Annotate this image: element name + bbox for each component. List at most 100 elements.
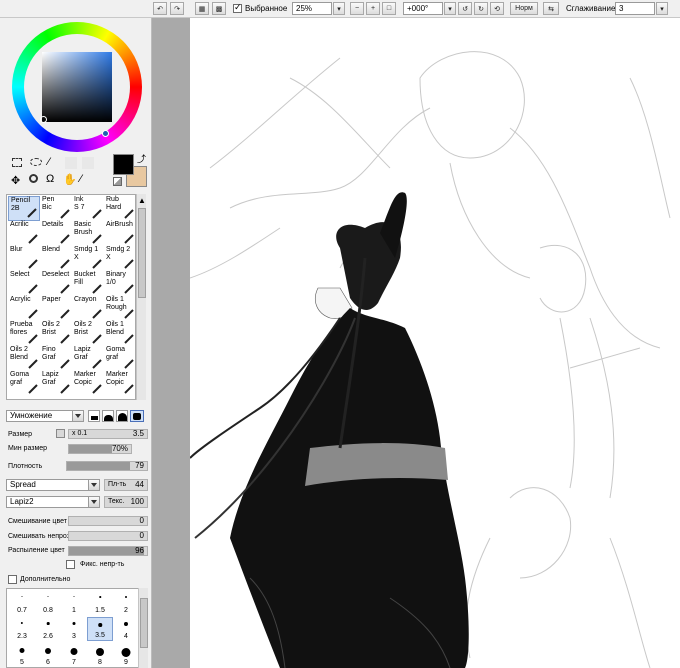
hand-icon[interactable]: ✋ [63,173,77,186]
shape-mid-icon[interactable] [116,410,128,422]
brush-slot[interactable]: Acrylic [8,296,40,321]
zoom-reset-button[interactable]: □ [382,2,396,15]
brush-grid-scrollbar[interactable]: ▲ [136,194,146,400]
scroll-up-icon[interactable]: ▲ [138,196,146,205]
brush-slot[interactable]: Marker Copic [72,371,104,396]
size-preset[interactable]: 2.3 [9,617,35,641]
brush-scroll-thumb[interactable] [138,208,146,298]
deselect-button[interactable]: ▦ [195,2,209,15]
swap-colors-icon[interactable]: ⤴ [137,152,146,165]
rotate-icon[interactable]: Ω [46,173,54,185]
size-preset[interactable]: 0.7 [9,591,35,615]
brush-slot[interactable]: Rub Hard [104,196,136,221]
texture-dropdown[interactable]: Lapiz2 [6,496,100,508]
shape-amount-slider[interactable]: Пл-ть 44 [104,479,148,491]
size-preset[interactable]: 0.8 [35,591,61,615]
drawing-canvas[interactable] [190,18,680,668]
brush-slot[interactable]: Oils 1 Blend [104,321,136,346]
mix-slider[interactable]: 0 [68,516,148,526]
transparent-color-icon[interactable] [113,177,122,186]
brush-slot[interactable]: Pencil 2B [8,196,40,221]
density-slider[interactable]: 79 [66,461,148,471]
brush-slot[interactable]: Paper [40,296,72,321]
smoothing-dropdown-button[interactable]: ▾ [656,2,668,15]
rotate-left-button[interactable]: ↺ [458,2,472,15]
size-preset[interactable]: 1.5 [87,591,113,615]
brush-slot[interactable]: Deselect [40,271,72,296]
brush-slot[interactable]: Binary 1/0 [104,271,136,296]
brush-slot[interactable]: Select [8,271,40,296]
size-preset[interactable]: 3.5 [87,617,113,641]
undo-button[interactable]: ↶ [153,2,167,15]
size-preset[interactable]: 8 [87,643,113,667]
shape-round-icon[interactable] [130,410,144,422]
shape-dropdown[interactable]: Spread [6,479,100,491]
rotate-right-button[interactable]: ↻ [474,2,488,15]
magic-wand-icon[interactable]: ⁄ [48,156,50,168]
zoom-icon[interactable] [29,174,38,183]
size-preset[interactable]: 3 [61,617,87,641]
smoothing-field[interactable]: 3 [615,2,655,15]
rotation-dropdown-button[interactable]: ▾ [444,2,456,15]
brush-slot[interactable]: Bucket Fill [72,271,104,296]
size-grid-scrollbar[interactable] [138,588,148,668]
brush-slot[interactable]: Pen Bic [40,196,72,221]
zoom-in-button[interactable]: + [366,2,380,15]
brush-slot[interactable]: Goma graf [8,371,40,396]
zoom-out-button[interactable]: − [350,2,364,15]
eyedropper-icon[interactable]: ⁄ [80,173,82,185]
brush-slot[interactable]: Marker Copic [104,371,136,396]
redo-button[interactable]: ↷ [170,2,184,15]
size-preset[interactable]: 2 [113,591,139,615]
rotation-field[interactable]: +000° [403,2,443,15]
advanced-checkbox[interactable] [8,575,17,584]
brush-slot[interactable]: Smdg 2X [104,246,136,271]
zoom-field[interactable]: 25% [292,2,332,15]
size-preset[interactable]: 9 [113,643,139,667]
min-size-slider[interactable]: 70% [68,444,132,454]
brush-slot[interactable]: Acrilic [8,221,40,246]
zoom-dropdown-button[interactable]: ▾ [333,2,345,15]
brush-slot[interactable]: Crayon [72,296,104,321]
move-icon[interactable]: ✥ [11,174,20,187]
selection-checkbox[interactable] [233,2,242,13]
flip-button[interactable]: ⇆ [543,2,559,15]
brush-slot[interactable]: Goma graf [104,346,136,371]
size-preset[interactable]: 6 [35,643,61,667]
brush-slot[interactable]: Fino Graf [40,346,72,371]
normal-view-button[interactable]: Норм [510,2,538,15]
rotate-reset-button[interactable]: ⟲ [490,2,504,15]
brush-slot[interactable]: Oils 2 Brist [40,321,72,346]
shape-flat-icon[interactable] [88,410,100,422]
invert-selection-button[interactable]: ▩ [212,2,226,15]
brush-slot[interactable]: Oils 1 Rough [104,296,136,321]
size-preset[interactable]: 5 [9,643,35,667]
brush-slot[interactable]: Prueba flores [8,321,40,346]
brush-slot[interactable]: AirBrush [104,221,136,246]
dilute-slider[interactable]: 0 [68,531,148,541]
size-preset[interactable]: 7 [61,643,87,667]
brush-slot[interactable]: Basic Brush [72,221,104,246]
size-preset[interactable]: 4 [113,617,139,641]
brush-slot[interactable]: Oils 2 Blend [8,346,40,371]
blend-mode-dropdown[interactable]: Умножение [6,410,84,422]
brush-slot[interactable]: Ink S 7 [72,196,104,221]
size-preset[interactable]: 1 [61,591,87,615]
brush-slot[interactable]: Oils 2 Brist [72,321,104,346]
size-scroll-thumb[interactable] [140,598,148,648]
color-square[interactable] [42,52,112,122]
brush-slot[interactable]: Smdg 1X [72,246,104,271]
select-rect-icon[interactable] [12,158,22,167]
brush-slot[interactable]: Blend [40,246,72,271]
brush-slot[interactable]: Blur [8,246,40,271]
primary-color-swatch[interactable] [113,154,134,175]
brush-slot[interactable]: Details [40,221,72,246]
lasso-icon[interactable] [30,158,42,166]
size-slider[interactable]: x 0.1 3.5 [68,429,148,439]
fix-opacity-checkbox[interactable] [66,560,75,569]
shape-low-icon[interactable] [102,410,114,422]
brush-slot[interactable]: Lapiz Graf [72,346,104,371]
brush-slot[interactable]: Lapiz Graf [40,371,72,396]
size-lock-icon[interactable] [56,429,65,438]
size-preset[interactable]: 2.6 [35,617,61,641]
